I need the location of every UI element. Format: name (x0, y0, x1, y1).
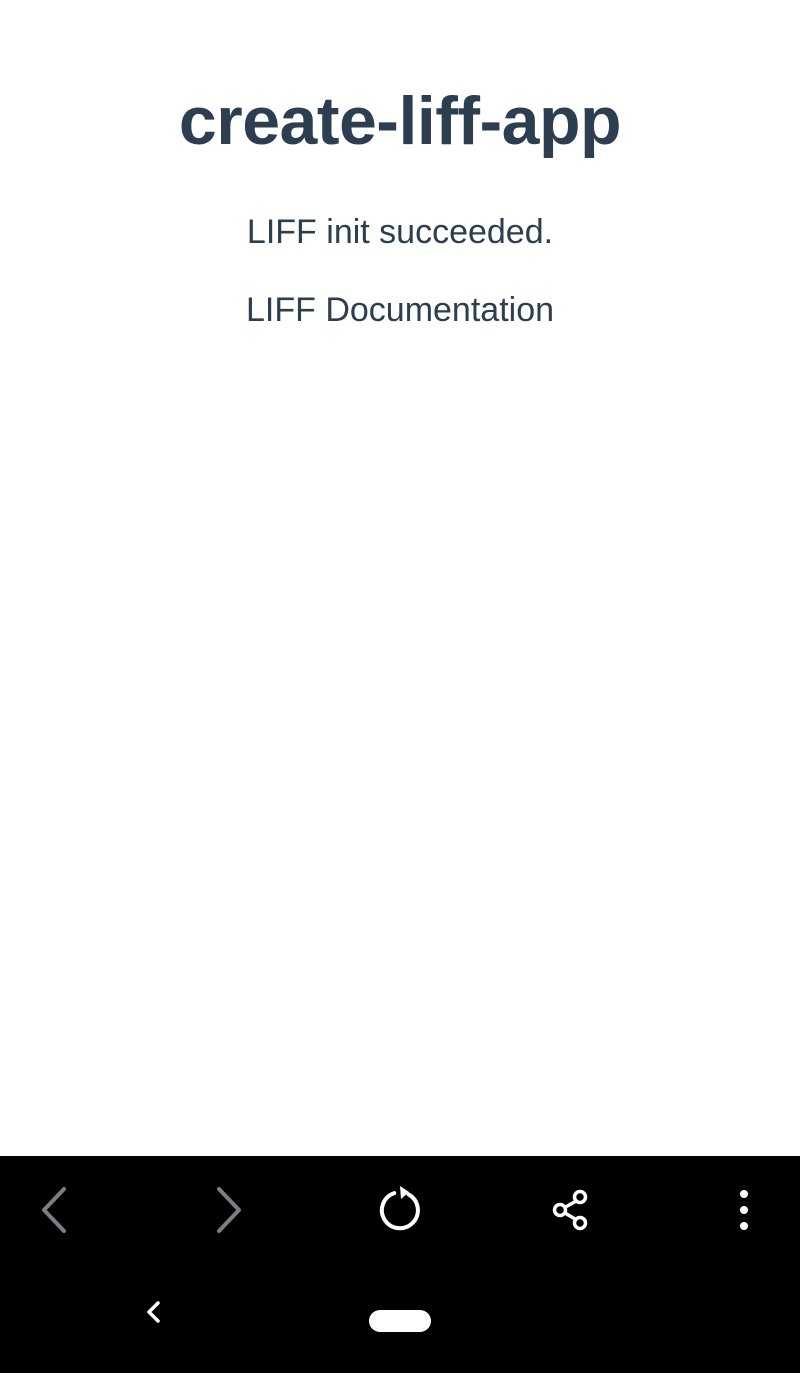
back-arrow-icon (42, 1187, 66, 1233)
page-title: create-liff-app (178, 83, 622, 159)
web-content: create-liff-app LIFF init succeeded. LIF… (0, 0, 800, 1156)
init-status-text: LIFF init succeeded. (246, 213, 554, 251)
liff-documentation-link[interactable]: LIFF Documentation (0, 288, 800, 332)
back-button[interactable] (26, 1180, 86, 1240)
forward-button[interactable] (197, 1180, 257, 1240)
share-button[interactable] (541, 1180, 601, 1240)
reload-icon (379, 1186, 420, 1231)
browser-toolbar (0, 1156, 800, 1264)
system-navigation-bar (0, 1264, 800, 1373)
system-back-button[interactable] (134, 1292, 174, 1332)
back-chevron-icon (147, 1301, 160, 1323)
more-vert-icon (740, 1190, 748, 1230)
forward-arrow-icon (217, 1187, 241, 1233)
reload-button[interactable] (370, 1180, 430, 1240)
home-button[interactable] (369, 1310, 431, 1332)
more-options-button[interactable] (714, 1180, 774, 1240)
share-icon (552, 1189, 588, 1231)
screen: create-liff-app LIFF init succeeded. LIF… (0, 0, 800, 1373)
